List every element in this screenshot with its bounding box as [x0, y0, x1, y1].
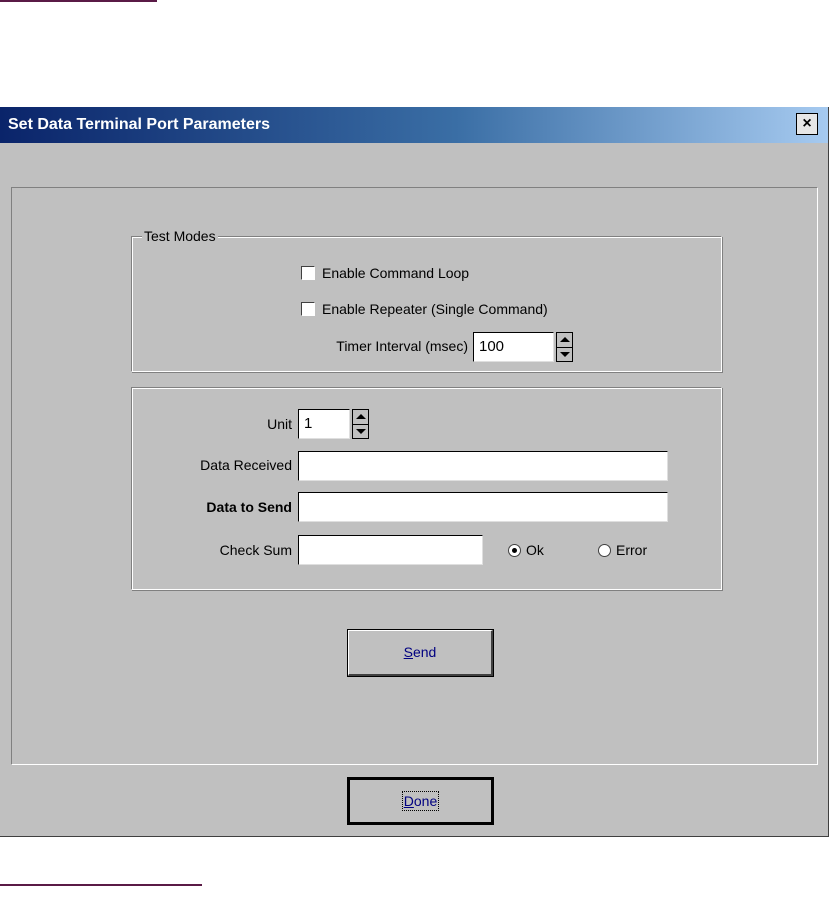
timer-interval-spinner[interactable]	[556, 332, 573, 362]
done-mnemonic: D	[403, 793, 414, 809]
ok-radio-label: Ok	[526, 542, 544, 558]
spin-up-icon[interactable]	[560, 337, 570, 342]
unit-spinner[interactable]	[352, 409, 369, 439]
enable-command-loop-checkbox[interactable]	[301, 266, 315, 280]
spin-up-icon[interactable]	[356, 414, 366, 419]
title-bar[interactable]: Set Data Terminal Port Parameters ×	[0, 107, 828, 143]
error-radio-label: Error	[616, 542, 648, 558]
enable-repeater-checkbox[interactable]	[301, 302, 315, 316]
send-mnemonic: S	[403, 644, 413, 660]
close-icon: ×	[802, 115, 812, 132]
done-focus-rect: Done	[401, 791, 440, 811]
enable-command-loop-label: Enable Command Loop	[322, 265, 470, 281]
unit-label: Unit	[267, 416, 292, 432]
spin-down-icon[interactable]	[560, 352, 570, 357]
done-button[interactable]: Done	[348, 778, 493, 824]
enable-repeater-label: Enable Repeater (Single Command)	[322, 301, 548, 317]
unit-input[interactable]: 1	[298, 409, 350, 439]
close-button[interactable]: ×	[796, 113, 818, 135]
ok-radio[interactable]	[508, 544, 521, 557]
error-radio[interactable]	[598, 544, 611, 557]
done-label: one	[413, 793, 438, 809]
spin-down-icon[interactable]	[356, 429, 366, 434]
test-modes-legend: Test Modes	[142, 228, 218, 244]
timer-interval-label: Timer Interval (msec)	[336, 338, 468, 354]
top-accent-line	[0, 0, 157, 2]
timer-interval-input[interactable]: 100	[473, 332, 554, 362]
window-title: Set Data Terminal Port Parameters	[8, 116, 271, 133]
bottom-accent-line	[0, 884, 202, 886]
check-sum-field[interactable]	[298, 535, 483, 565]
data-to-send-label: Data to Send	[206, 499, 292, 515]
check-sum-label: Check Sum	[219, 542, 292, 558]
send-button[interactable]: Send	[348, 630, 493, 676]
data-received-field[interactable]	[298, 451, 668, 481]
send-label: end	[412, 644, 437, 660]
radio-selected-dot	[512, 548, 517, 553]
data-to-send-input[interactable]	[298, 492, 668, 522]
data-received-label: Data Received	[200, 457, 292, 473]
